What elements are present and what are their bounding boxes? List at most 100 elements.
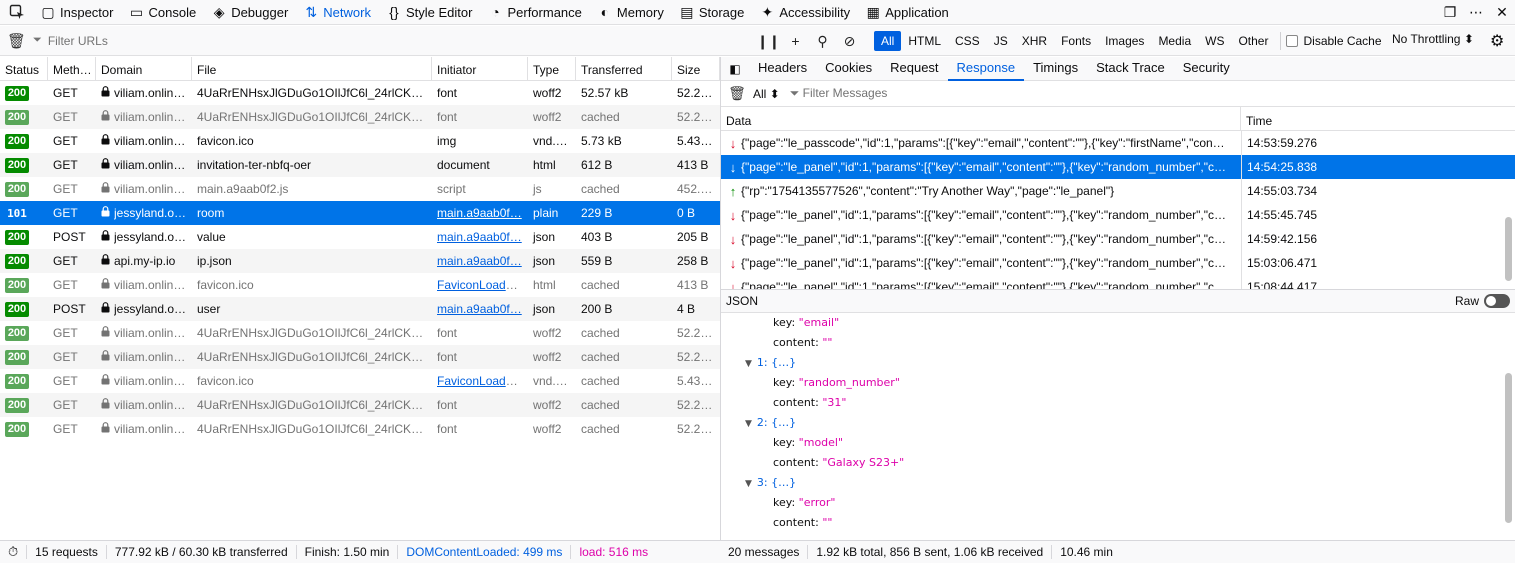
tab-performance[interactable]: ◔ Performance [480,0,589,25]
table-row[interactable]: 200 GET viliam.onlin… 4UaRrENHsxJlGDuGo1OIl… [0,105,720,129]
table-row[interactable]: 200 GET viliam.onlin… 4UaRrENHsxJlGDuGo1OIl… [0,321,720,345]
table-row[interactable]: 200 GET viliam.onlin… favicon.ico FaviconLoa… [0,273,720,297]
tab-stack-trace[interactable]: Stack Trace [1087,57,1174,81]
column-header-3[interactable]: File [192,57,432,80]
list-item[interactable]: ↑ {"rp":"1754135577526","content":"Try An… [721,179,1515,203]
initiator-cell[interactable]: main.a9aab0f… [432,302,528,316]
column-time[interactable]: Time [1241,107,1272,130]
initiator-cell[interactable]: FaviconLoader… [432,278,528,292]
initiator-link[interactable]: main.a9aab0f… [437,254,522,268]
json-node[interactable]: ▼ 2: {…} [721,413,1515,433]
table-row[interactable]: 200 GET viliam.onlin… 4UaRrENHsxJlGDuGo1OIl… [0,81,720,105]
column-header-2[interactable]: Domain [96,57,192,80]
tab-cookies[interactable]: Cookies [816,57,881,81]
filter-urls-input[interactable]: ⏷ Filter URLs [33,34,733,48]
tab-style-editor[interactable]: {} Style Editor [379,0,480,25]
json-node[interactable]: ▼ 1: {…} [721,353,1515,373]
tab-headers[interactable]: Headers [749,57,816,81]
block-icon[interactable]: ⊘ [836,33,863,50]
filter-type-ws[interactable]: WS [1198,31,1231,51]
filter-type-js[interactable]: JS [987,31,1015,51]
column-header-1[interactable]: Meth… [48,57,96,80]
initiator-link[interactable]: FaviconLoader… [437,278,528,292]
table-row[interactable]: 200 GET viliam.onlin… 4UaRrENHsxJlGDuGo1OIl… [0,417,720,441]
list-item[interactable]: ↓ {"page":"le_passcode","id":1,"params":[… [721,131,1515,155]
column-header-7[interactable]: Size [672,57,720,80]
search-icon[interactable]: ⚲ [809,33,836,50]
tab-request[interactable]: Request [881,57,947,81]
checkbox-box[interactable] [1286,35,1299,47]
table-row[interactable]: 200 GET viliam.onlin… favicon.ico FaviconLoa… [0,369,720,393]
clear-messages-button[interactable]: 🗑 [721,85,753,102]
filter-type-images[interactable]: Images [1098,31,1151,51]
list-item[interactable]: ↓ {"page":"le_panel","id":1,"params":[{"k… [721,203,1515,227]
message-type-select[interactable]: All ⬍ [753,87,780,101]
filter-type-fonts[interactable]: Fonts [1054,31,1098,51]
initiator-link[interactable]: main.a9aab0f… [437,230,522,244]
more-options-icon[interactable]: ⋯ [1463,4,1489,21]
toggle-sidebar-icon[interactable]: ◧ [721,62,749,76]
tab-network[interactable]: ⇅ Network [296,0,379,25]
table-row[interactable]: 200 GET viliam.onlin… main.a9aab0f2.js scrip… [0,177,720,201]
filter-messages-input[interactable]: ⏷ Filter Messages [790,86,888,101]
filter-type-xhr[interactable]: XHR [1015,31,1054,51]
initiator-link[interactable]: FaviconLoader… [437,374,528,388]
filter-type-other[interactable]: Other [1231,31,1275,51]
disable-cache-checkbox[interactable]: Disable Cache [1286,34,1382,48]
performance-analysis-icon[interactable]: ⏱ [0,545,28,559]
table-row[interactable]: 101 GET jessyland.o… room main.a9aab0f… plain… [0,201,720,225]
column-header-0[interactable]: Status [0,57,48,80]
filter-type-css[interactable]: CSS [948,31,987,51]
json-scrollbar[interactable] [1505,373,1512,523]
raw-toggle[interactable]: Raw [1455,294,1510,308]
initiator-cell[interactable]: main.a9aab0f… [432,254,528,268]
initiator-cell[interactable]: main.a9aab0f… [432,230,528,244]
dock-icon[interactable]: ❐ [1437,4,1463,21]
tab-inspector[interactable]: ▢ Inspector [33,0,121,25]
tab-debugger[interactable]: ◈ Debugger [204,0,296,25]
tab-accessibility[interactable]: ✦ Accessibility [752,0,858,25]
pause-icon[interactable]: ❙❙ [755,33,782,50]
expand-triangle-icon[interactable]: ▼ [745,419,752,429]
messages-scrollbar[interactable] [1505,217,1512,281]
list-item[interactable]: ↓ {"page":"le_panel","id":1,"params":[{"k… [721,251,1515,275]
initiator-link[interactable]: main.a9aab0f… [437,206,522,220]
filter-type-all[interactable]: All [874,31,902,51]
element-picker-button[interactable] [0,0,33,25]
column-data[interactable]: Data [721,107,1241,130]
tab-security[interactable]: Security [1174,57,1239,81]
throttling-select[interactable]: No Throttling ⬍ [1392,32,1474,46]
filter-type-media[interactable]: Media [1151,31,1198,51]
add-icon[interactable]: + [782,33,809,49]
table-row[interactable]: 200 GET viliam.onlin… invitation-ter-nbfq-o… [0,153,720,177]
initiator-link[interactable]: main.a9aab0f… [437,302,522,316]
list-item[interactable]: ↓ {"page":"le_panel","id":1,"params":[{"k… [721,275,1515,290]
json-node[interactable]: ▼ 3: {…} [721,473,1515,493]
list-item[interactable]: ↓ {"page":"le_panel","id":1,"params":[{"k… [721,227,1515,251]
gear-icon[interactable]: ⚙ [1490,31,1504,51]
initiator-cell[interactable]: main.a9aab0f… [432,206,528,220]
table-row[interactable]: 200 GET api.my-ip.io ip.json main.a9aab0f… js… [0,249,720,273]
filter-type-html[interactable]: HTML [901,31,948,51]
tab-application[interactable]: ▦ Application [858,0,957,25]
table-row[interactable]: 200 GET viliam.onlin… 4UaRrENHsxJlGDuGo1OIl… [0,345,720,369]
list-item[interactable]: ↓ {"page":"le_panel","id":1,"params":[{"k… [721,155,1515,179]
column-header-5[interactable]: Type [528,57,576,80]
expand-triangle-icon[interactable]: ▼ [745,479,752,489]
column-header-6[interactable]: Transferred [576,57,672,80]
tab-timings[interactable]: Timings [1024,57,1087,81]
clear-requests-button[interactable]: 🗑 [0,32,33,50]
table-row[interactable]: 200 POST jessyland.o… user main.a9aab0f… json… [0,297,720,321]
expand-triangle-icon[interactable]: ▼ [745,359,752,369]
table-row[interactable]: 200 GET viliam.onlin… favicon.ico img vnd.… 5.… [0,129,720,153]
table-row[interactable]: 200 GET viliam.onlin… 4UaRrENHsxJlGDuGo1OIl… [0,393,720,417]
tab-memory[interactable]: ◐ Memory [590,0,672,25]
raw-switch[interactable] [1484,294,1510,308]
close-icon[interactable]: ✕ [1489,4,1515,21]
table-row[interactable]: 200 POST jessyland.o… value main.a9aab0f… jso… [0,225,720,249]
tab-response[interactable]: Response [947,57,1025,81]
tab-console[interactable]: ▭ Console [121,0,204,25]
initiator-cell[interactable]: FaviconLoader… [432,374,528,388]
column-header-4[interactable]: Initiator [432,57,528,80]
tab-storage[interactable]: ▤ Storage [672,0,753,25]
